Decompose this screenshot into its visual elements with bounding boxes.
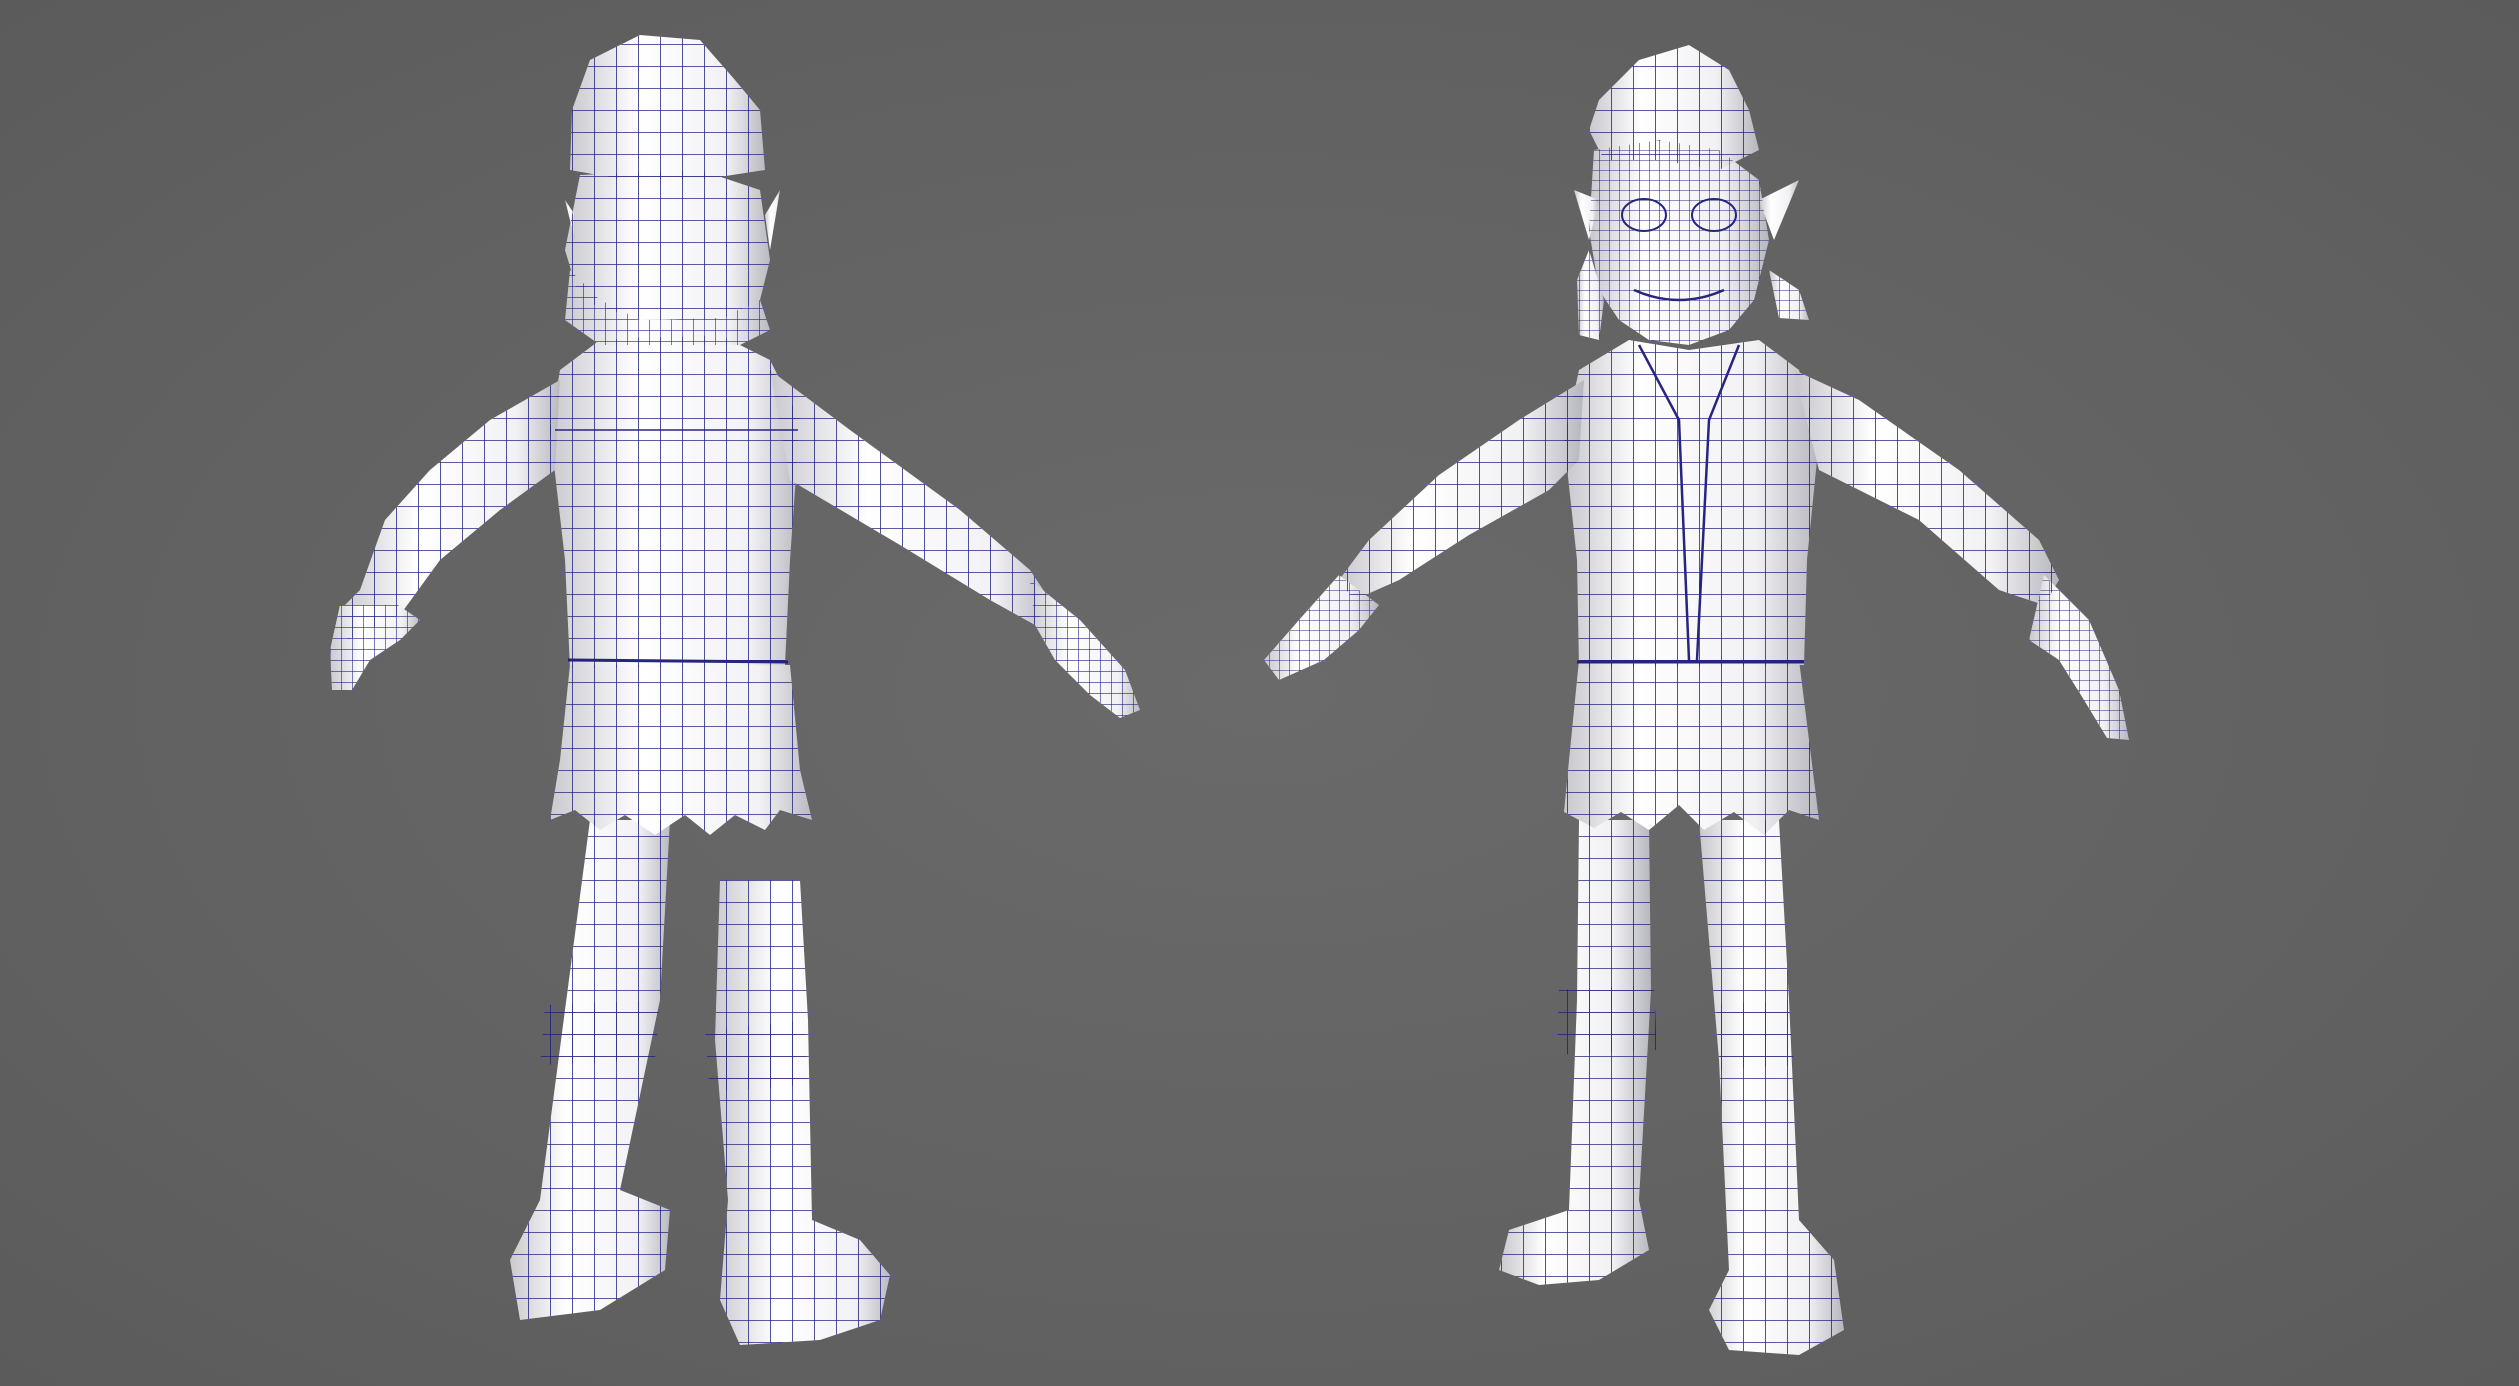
- elf-model-back-view[interactable]: [0, 0, 1260, 1386]
- back-model-wireframe: [330, 35, 1140, 1345]
- front-model-wireframe: [1264, 45, 2129, 1355]
- 3d-viewport[interactable]: [0, 0, 2519, 1386]
- elf-model-front-view[interactable]: [1259, 0, 2519, 1386]
